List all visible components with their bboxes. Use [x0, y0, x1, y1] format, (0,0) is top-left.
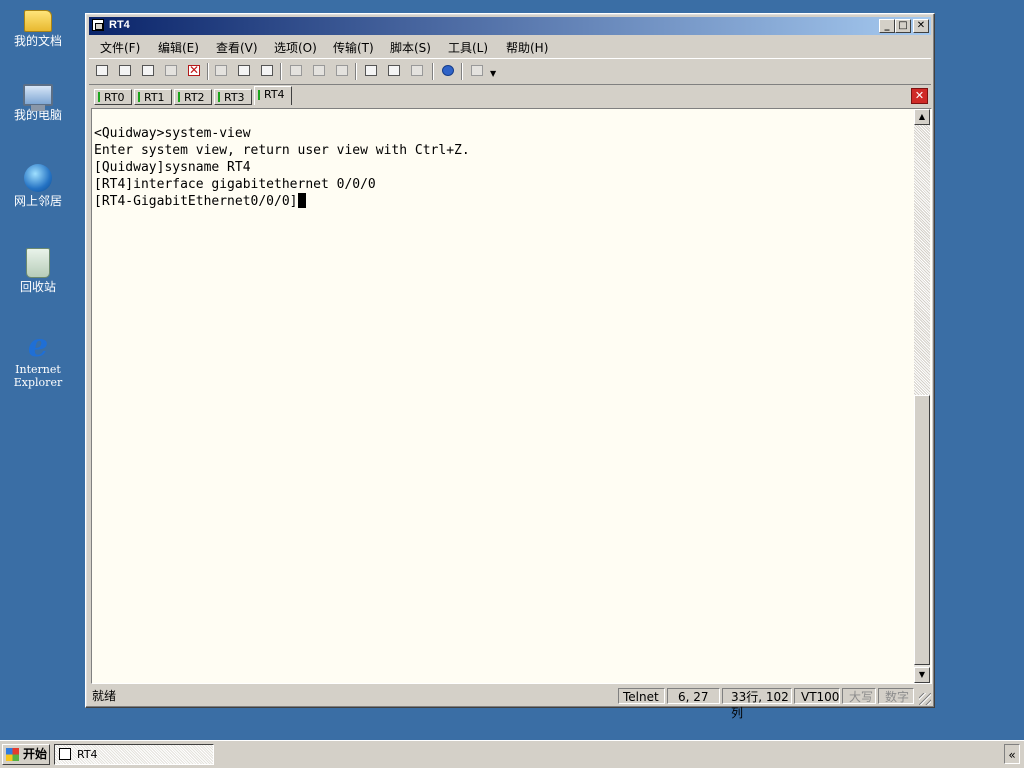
desktop-icon-recycle-bin[interactable]: 回收站: [6, 248, 70, 294]
text-cursor: [297, 193, 306, 208]
new-session-icon[interactable]: [94, 63, 111, 79]
print-screen-icon[interactable]: [311, 63, 328, 79]
scroll-track[interactable]: [914, 125, 930, 395]
copy-icon[interactable]: [213, 63, 230, 79]
menu-tools[interactable]: 工具(L): [448, 39, 488, 56]
taskbar-item-rt4[interactable]: RT4: [54, 744, 214, 765]
computer-icon: [23, 84, 53, 111]
desktop-icon-label: Internet Explorer: [13, 363, 63, 389]
menu-bar: 文件(F) 编辑(E) 查看(V) 选项(O) 传输(T) 脚本(S) 工具(L…: [89, 37, 931, 56]
tab-rt0[interactable]: RT0: [94, 89, 132, 105]
terminal-window: RT4 _ □ ✕ 文件(F) 编辑(E) 查看(V) 选项(O) 传输(T) …: [85, 13, 935, 720]
tab-rt2[interactable]: RT2: [174, 89, 212, 105]
disconnect-icon[interactable]: [163, 63, 180, 79]
menu-edit[interactable]: 编辑(E): [158, 39, 199, 56]
terminal-prompt: [RT4-GigabitEthernet0/0/0]: [94, 194, 298, 209]
desktop-icon-label: 我的文档: [13, 34, 62, 48]
window-titlebar[interactable]: RT4 _ □ ✕: [89, 17, 931, 35]
status-ready: 就绪: [92, 689, 117, 703]
find-icon[interactable]: [259, 63, 276, 79]
menu-transfer[interactable]: 传输(T): [333, 39, 374, 56]
menu-view[interactable]: 查看(V): [216, 39, 258, 56]
taskbar: 开始 RT4 «: [0, 740, 1024, 768]
scroll-thumb[interactable]: [914, 395, 930, 665]
status-cursor-position: 6, 27: [667, 688, 720, 704]
tab-rt4[interactable]: RT4: [254, 86, 292, 105]
minimize-button[interactable]: _: [879, 19, 895, 33]
desktop-icon-label: 网上邻居: [13, 194, 62, 208]
toolbar-chevron-icon[interactable]: ▼: [490, 69, 496, 78]
key-icon[interactable]: [409, 63, 426, 79]
scroll-up-button[interactable]: ▲: [914, 109, 930, 125]
menu-file[interactable]: 文件(F): [100, 39, 140, 56]
start-label: 开始: [23, 747, 48, 761]
paste-icon[interactable]: [236, 63, 253, 79]
desktop-icon-internet-explorer[interactable]: e Internet Explorer: [6, 326, 70, 389]
print-icon[interactable]: [288, 63, 305, 79]
terminal-line: Enter system view, return user view with…: [94, 143, 470, 158]
maximize-button[interactable]: □: [895, 19, 911, 33]
status-bar: 就绪 Telnet 6, 27 33行, 102列 VT100 大写 数字: [89, 687, 931, 720]
folder-icon: [24, 10, 52, 32]
tray-expand-button[interactable]: «: [1004, 744, 1020, 764]
desktop-icon-my-documents[interactable]: 我的文档: [6, 4, 70, 48]
duplicate-icon[interactable]: [140, 63, 157, 79]
status-emulation: VT100: [794, 688, 840, 704]
desktop-icon-label: 回收站: [19, 280, 56, 294]
toolbar-separator: [207, 63, 209, 80]
window-title: RT4: [109, 19, 130, 31]
start-button[interactable]: 开始: [2, 744, 50, 765]
desktop-icon-network[interactable]: 网上邻居: [6, 164, 70, 208]
scroll-down-button[interactable]: ▼: [914, 667, 930, 683]
settings-icon[interactable]: [386, 63, 403, 79]
app-icon: [59, 748, 71, 760]
terminal-line: <Quidway>system-view: [94, 126, 251, 141]
help-icon[interactable]: [440, 63, 457, 79]
tab-rt3[interactable]: RT3: [214, 89, 252, 105]
toolbar-separator: [280, 63, 282, 80]
network-icon: [24, 164, 52, 192]
close-session-icon[interactable]: [186, 63, 203, 79]
status-num-lock: 数字: [878, 688, 914, 704]
menu-help[interactable]: 帮助(H): [506, 39, 548, 56]
windows-logo-icon: [6, 748, 19, 761]
toolbar-separator: [432, 63, 434, 80]
resize-grip[interactable]: [919, 693, 931, 705]
terminal-line-prompt: [RT4-GigabitEthernet0/0/0]: [94, 193, 911, 210]
print-setup-icon[interactable]: [334, 63, 351, 79]
recycle-bin-icon: [26, 248, 50, 278]
terminal-text: <Quidway>system-view Enter system view, r…: [94, 125, 911, 210]
menu-options[interactable]: 选项(O): [274, 39, 317, 56]
desktop-icon-my-computer[interactable]: 我的电脑: [6, 84, 70, 122]
app-icon: [92, 19, 104, 31]
status-protocol: Telnet: [618, 688, 665, 704]
connect-icon[interactable]: [117, 63, 134, 79]
internet-explorer-icon: e: [27, 326, 49, 364]
terminal-line: [RT4]interface gigabitethernet 0/0/0: [94, 177, 376, 192]
status-terminal-size: 33行, 102列: [722, 688, 792, 720]
terminal-line: [Quidway]sysname RT4: [94, 160, 251, 175]
close-window-button[interactable]: ✕: [913, 19, 929, 33]
toolbar-separator: [355, 63, 357, 80]
vertical-scrollbar[interactable]: ▲ ▼: [914, 109, 930, 683]
tab-rt1[interactable]: RT1: [134, 89, 172, 105]
toolbar-options-icon[interactable]: [469, 63, 486, 79]
toolbar-separator: [461, 63, 463, 80]
properties-icon[interactable]: [363, 63, 380, 79]
close-tab-button[interactable]: ✕: [911, 88, 928, 104]
taskbar-item-label: RT4: [77, 748, 98, 761]
toolbar: ▼: [89, 58, 931, 85]
session-tabs: RT0 RT1 RT2 RT3 RT4 ✕: [89, 85, 931, 107]
status-caps-lock: 大写: [842, 688, 876, 704]
menu-script[interactable]: 脚本(S): [390, 39, 431, 56]
terminal-output[interactable]: <Quidway>system-view Enter system view, r…: [91, 108, 932, 684]
